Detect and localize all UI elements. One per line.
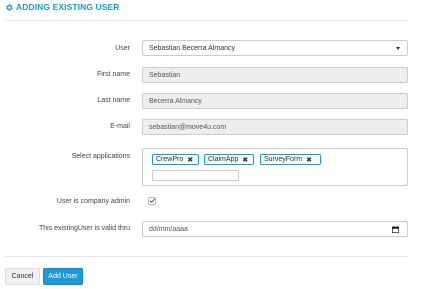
remove-tag-icon[interactable]: ✖	[306, 156, 312, 164]
remove-tag-icon[interactable]: ✖	[242, 156, 248, 164]
email-label: E-mail	[110, 123, 130, 130]
valid-thru-label: This existingUser is valid thru	[38, 225, 130, 232]
page-header: ADDING EXISTING USER	[5, 2, 120, 12]
last-name-field[interactable]: Becerra Almancy	[142, 93, 408, 109]
user-select-value: Sebastian Becerra Almancy	[149, 44, 235, 52]
add-user-button[interactable]: Add User	[43, 268, 83, 285]
applications-search-input[interactable]	[152, 170, 239, 181]
app-tag-crewpro: CrewPro ✖	[152, 154, 199, 165]
app-tag-label: ClaimApp	[208, 156, 239, 163]
calendar-icon[interactable]	[392, 226, 399, 233]
valid-thru-date-input[interactable]: dd/mm/aaaa	[142, 221, 408, 237]
first-name-field[interactable]: Sebastian	[142, 67, 408, 83]
applications-label: Select applications	[71, 153, 130, 160]
app-tag-surveyform: SurveyForm ✖	[260, 154, 321, 165]
header-divider	[5, 20, 408, 21]
company-admin-label: User is company admin	[56, 198, 130, 205]
chevron-down-icon	[396, 47, 400, 50]
first-name-value: Sebastian	[149, 71, 181, 79]
footer-divider	[5, 256, 408, 257]
user-select[interactable]: Sebastian Becerra Almancy	[142, 40, 408, 56]
date-placeholder: dd/mm/aaaa	[149, 225, 188, 233]
email-value: sebastian@move4u.com	[149, 123, 227, 131]
cancel-button[interactable]: Cancel	[5, 268, 40, 285]
company-admin-checkbox[interactable]	[148, 197, 156, 205]
user-label: User	[115, 45, 130, 52]
last-name-label: Last name	[97, 97, 130, 104]
page-title: ADDING EXISTING USER	[16, 2, 120, 12]
email-field[interactable]: sebastian@move4u.com	[142, 119, 408, 135]
gear-icon	[6, 3, 13, 11]
first-name-label: First name	[96, 71, 130, 78]
remove-tag-icon[interactable]: ✖	[187, 156, 193, 164]
applications-multiselect[interactable]: CrewPro ✖ ClaimApp ✖ SurveyForm ✖	[142, 148, 408, 186]
app-tag-claimapp: ClaimApp ✖	[204, 154, 254, 165]
app-tag-label: CrewPro	[156, 156, 184, 163]
last-name-value: Becerra Almancy	[149, 97, 202, 105]
app-tag-label: SurveyForm	[264, 156, 303, 163]
checkmark-icon	[149, 198, 156, 204]
